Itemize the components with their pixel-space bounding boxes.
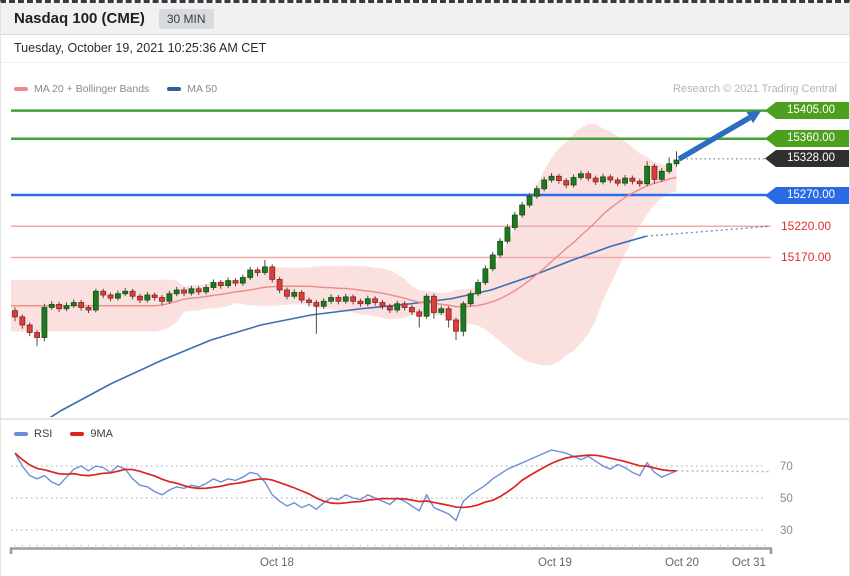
x-axis-date-label: Oct 18	[260, 557, 294, 569]
x-axis-date-label: Oct 31	[732, 557, 766, 569]
last-price-tag: 15328.00	[765, 150, 849, 167]
legend-ma50: MA 50	[167, 83, 217, 95]
rsi-legend: RSI 9MA	[14, 428, 113, 440]
ma50-swatch-icon	[167, 87, 182, 91]
legend-ma20-bollinger: MA 20 + Bollinger Bands	[14, 83, 149, 95]
pivot-level-label-15220: 15220.00	[781, 219, 832, 233]
pivot-level-label-15170: 15170.00	[781, 250, 832, 264]
nine-ma-legend-label: 9MA	[90, 428, 113, 440]
ma20-legend-label: MA 20 + Bollinger Bands	[34, 83, 150, 95]
resistance-level-tag-15360: 15360.00	[765, 130, 849, 147]
rsi-legend-label: RSI	[34, 428, 53, 440]
x-axis-date-label: Oct 19	[538, 557, 572, 569]
resistance-level-tag-15405: 15405.00	[765, 102, 849, 119]
legend-9ma-item: 9MA	[70, 428, 113, 440]
research-credit: Research © 2021 Trading Central	[672, 83, 837, 95]
chart-window: Nasdaq 100 (CME) 30 MIN Tuesday, October…	[0, 0, 850, 576]
rsi-scale-label-30: 30	[780, 525, 793, 537]
rsi-swatch-icon	[14, 432, 28, 436]
main-chart-legend: MA 20 + Bollinger Bands MA 50	[14, 83, 217, 95]
ma20-swatch-icon	[14, 87, 28, 91]
x-axis-date-label: Oct 20	[665, 557, 699, 569]
rsi-scale-label-50: 50	[780, 493, 793, 505]
nine-ma-swatch-icon	[70, 432, 85, 436]
rsi-scale-label-70: 70	[780, 461, 793, 473]
ma50-legend-label: MA 50	[187, 83, 218, 95]
support-level-tag-15270: 15270.00	[765, 187, 849, 204]
legend-rsi-item: RSI	[14, 428, 52, 440]
